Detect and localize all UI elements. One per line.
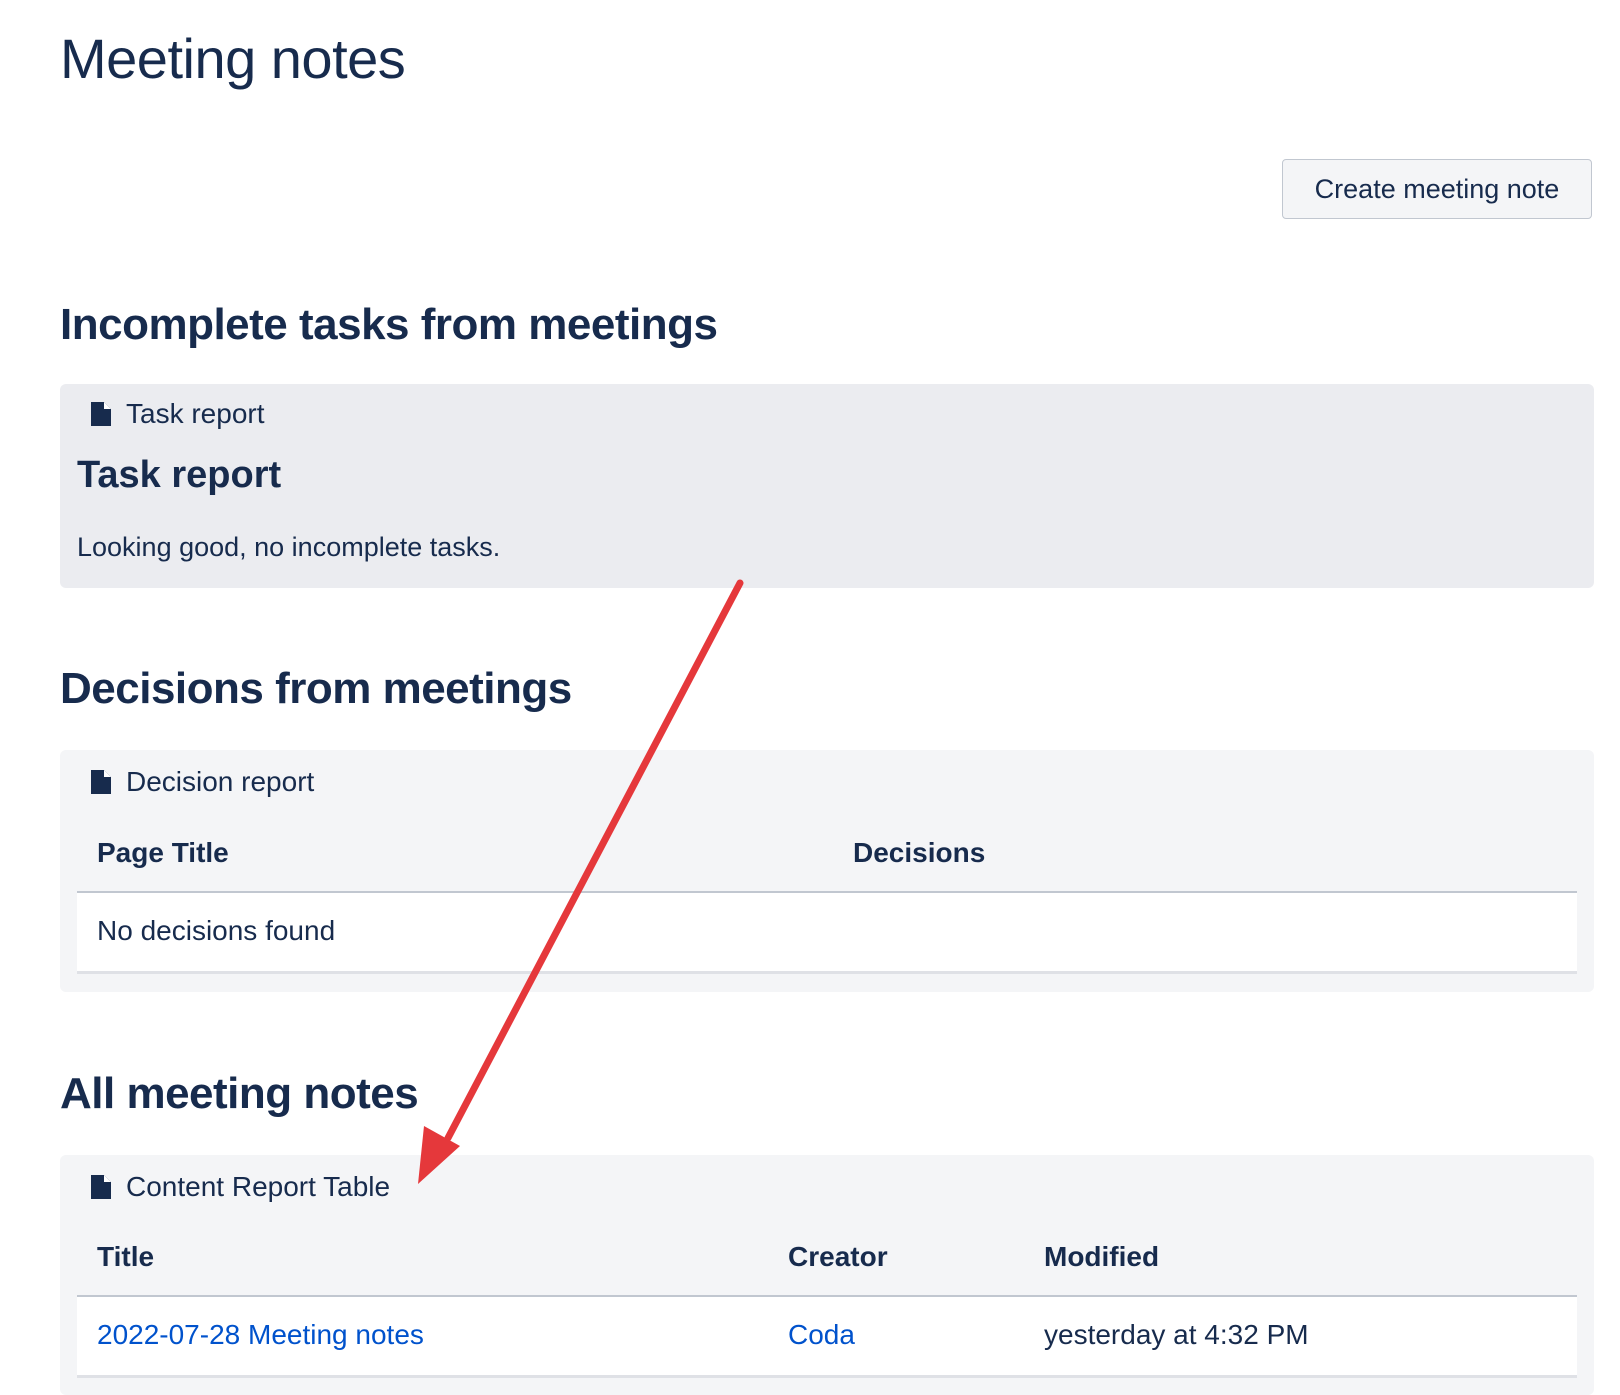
column-header-modified[interactable]: Modified <box>1044 1241 1159 1273</box>
content-report-table: Title Creator Modified 2022-07-28 Meetin… <box>77 1219 1577 1378</box>
decision-report-panel: Decision report Page Title Decisions No … <box>60 750 1594 992</box>
table-header: Page Title Decisions <box>77 815 1577 893</box>
document-icon <box>91 402 111 426</box>
empty-state-message: No decisions found <box>97 915 336 946</box>
table-row: No decisions found <box>77 893 1577 974</box>
page-title: Meeting notes <box>60 27 406 90</box>
task-report-message: Looking good, no incomplete tasks. <box>77 532 501 562</box>
column-header-title[interactable]: Title <box>97 1241 154 1273</box>
decision-report-macro-label: Decision report <box>90 766 314 798</box>
document-icon <box>91 770 111 794</box>
macro-label-text: Task report <box>126 398 265 429</box>
decisions-section-heading: Decisions from meetings <box>60 664 572 713</box>
decision-table: Page Title Decisions No decisions found <box>77 815 1577 974</box>
content-report-panel: Content Report Table Title Creator Modif… <box>60 1155 1594 1395</box>
create-meeting-note-button[interactable]: Create meeting note <box>1282 159 1592 219</box>
creator-link[interactable]: Coda <box>788 1319 855 1351</box>
task-report-title: Task report <box>77 454 282 496</box>
column-header-creator[interactable]: Creator <box>788 1241 888 1273</box>
table-row: 2022-07-28 Meeting notes Coda yesterday … <box>77 1297 1577 1378</box>
column-header-decisions[interactable]: Decisions <box>853 837 985 869</box>
task-report-panel: Task report Task report Looking good, no… <box>60 384 1594 588</box>
macro-label-text: Content Report Table <box>126 1171 391 1202</box>
modified-timestamp: yesterday at 4:32 PM <box>1044 1319 1309 1350</box>
content-report-macro-label: Content Report Table <box>90 1171 390 1203</box>
column-header-page-title[interactable]: Page Title <box>97 837 229 869</box>
macro-label-text: Decision report <box>126 766 315 797</box>
document-icon <box>91 1175 111 1199</box>
table-header: Title Creator Modified <box>77 1219 1577 1297</box>
all-notes-section-heading: All meeting notes <box>60 1069 419 1118</box>
task-report-macro-label: Task report <box>90 398 265 430</box>
tasks-section-heading: Incomplete tasks from meetings <box>60 300 718 349</box>
meeting-note-title-link[interactable]: 2022-07-28 Meeting notes <box>97 1319 424 1351</box>
